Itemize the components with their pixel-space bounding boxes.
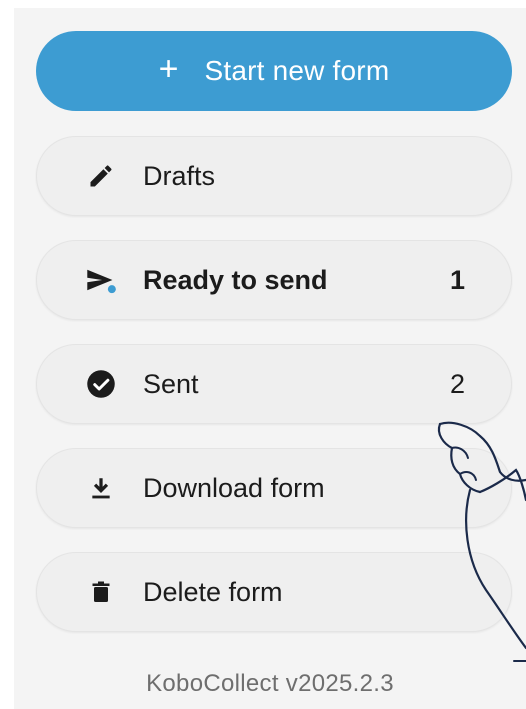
ready-to-send-button[interactable]: Ready to send 1: [36, 240, 512, 320]
delete-form-label: Delete form: [143, 576, 283, 607]
ready-to-send-count: 1: [449, 264, 465, 295]
start-new-form-button[interactable]: + Start new form: [36, 31, 512, 111]
sent-count: 2: [449, 368, 465, 399]
delete-form-button[interactable]: Delete form: [36, 552, 512, 632]
ready-to-send-label: Ready to send: [143, 264, 328, 295]
download-icon: [85, 472, 117, 504]
download-form-label: Download form: [143, 472, 325, 503]
start-new-form-label: Start new form: [204, 55, 390, 86]
trash-icon: [85, 576, 117, 608]
pencil-icon: [85, 160, 117, 192]
download-form-button[interactable]: Download form: [36, 448, 512, 528]
sent-label: Sent: [143, 368, 199, 399]
sent-button[interactable]: Sent 2: [36, 344, 512, 424]
send-icon: [85, 264, 117, 296]
plus-icon: +: [158, 50, 179, 88]
app-version: KoboCollect v2025.2.3: [146, 670, 394, 697]
drafts-label: Drafts: [143, 160, 216, 191]
drafts-button[interactable]: Drafts: [36, 136, 512, 216]
main-menu-screen: + Start new form Drafts Ready to send 1 …: [14, 8, 526, 709]
check-circle-icon: [85, 368, 117, 400]
